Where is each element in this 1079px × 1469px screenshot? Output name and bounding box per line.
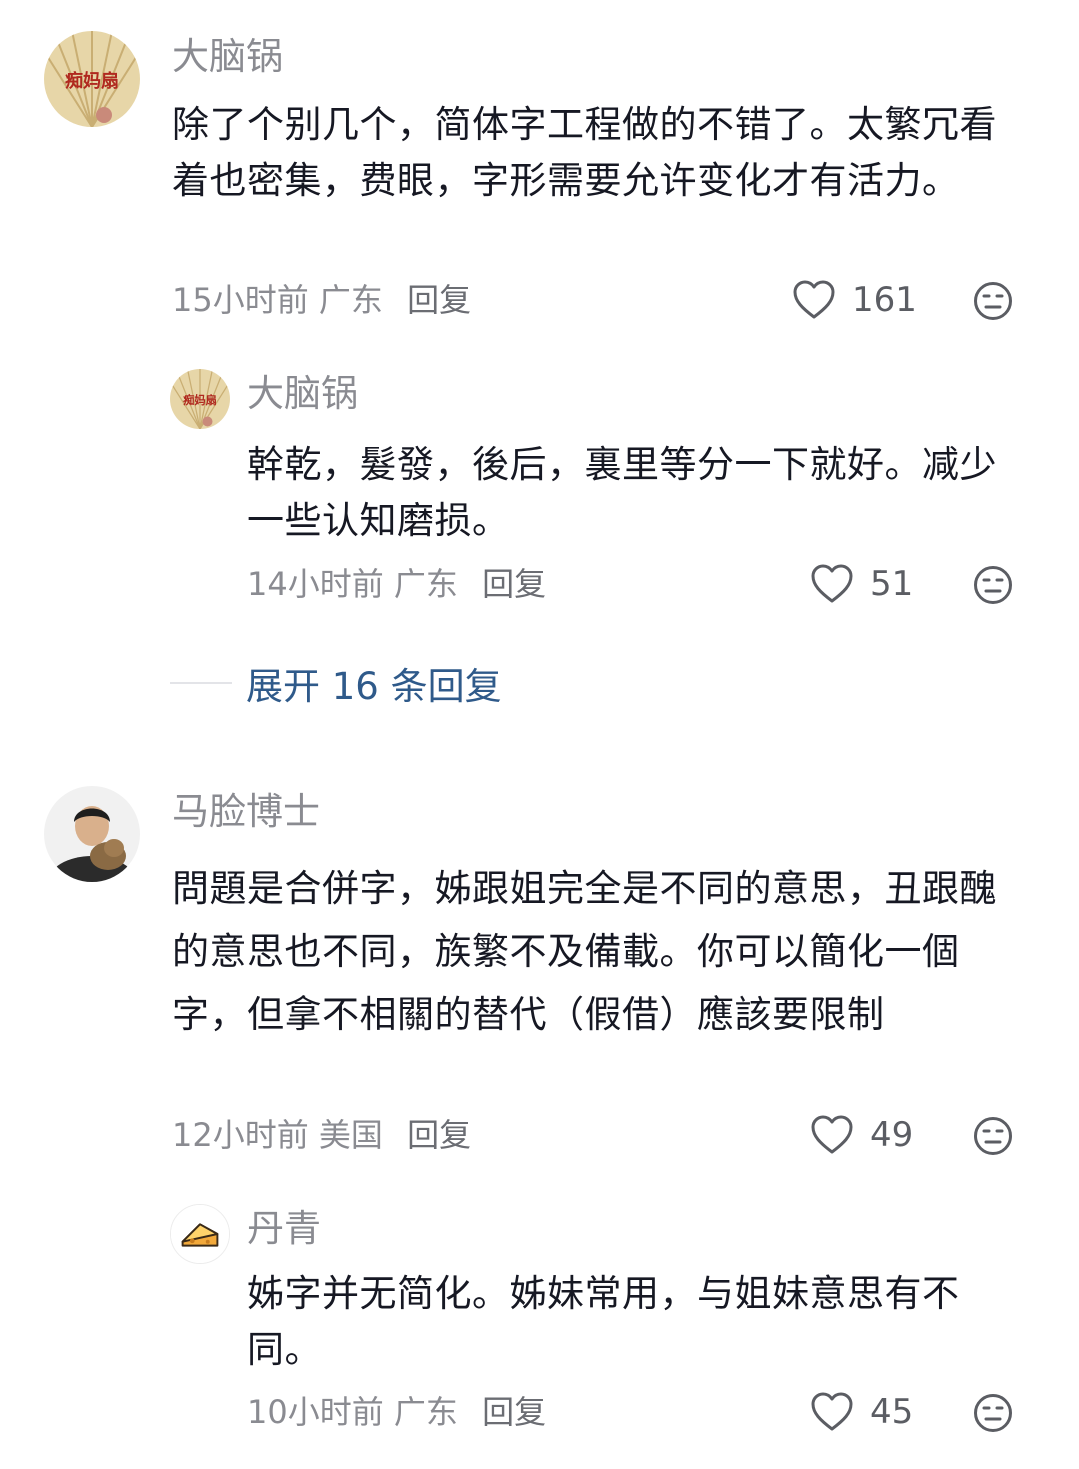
svg-text:痴妈扇: 痴妈扇 xyxy=(65,70,119,92)
neutral-face-icon[interactable] xyxy=(973,281,1013,321)
heart-outline-icon xyxy=(811,564,853,603)
cheese-avatar-icon xyxy=(171,1205,229,1263)
neutral-face-icon[interactable] xyxy=(973,565,1013,605)
heart-outline-icon xyxy=(793,280,835,319)
location: 广东 xyxy=(318,281,383,319)
like-button[interactable]: 45 xyxy=(810,1392,913,1432)
comment-text: 問題是合併字，姊跟姐完全是不同的意思，丑跟醜的意思也不同，族繁不及備載。你可以簡… xyxy=(172,867,997,1036)
user-avatar[interactable]: 痴妈扇 xyxy=(170,369,230,429)
reply-text: 幹乾，髮發，後后，裏里等分一下就好。减少一些认知磨损。 xyxy=(247,443,997,542)
timestamp: 15小时前 xyxy=(172,281,309,319)
like-count: 49 xyxy=(870,1115,914,1155)
user-avatar[interactable] xyxy=(170,1204,230,1264)
like-button[interactable]: 49 xyxy=(810,1115,913,1155)
comment-text: 除了个别几个，简体字工程做的不错了。太繁冗看着也密集，费眼，字形需要允许变化才有… xyxy=(172,103,997,202)
svg-text:痴妈扇: 痴妈扇 xyxy=(183,393,217,407)
reply-button[interactable]: 回复 xyxy=(407,281,471,319)
username[interactable]: 丹青 xyxy=(247,1210,321,1247)
like-button[interactable]: 161 xyxy=(792,280,917,320)
like-count: 45 xyxy=(870,1392,914,1432)
user-avatar[interactable] xyxy=(44,786,140,882)
divider xyxy=(170,682,232,684)
timestamp: 14小时前 xyxy=(247,565,384,603)
fan-avatar-icon: 痴妈扇 xyxy=(170,369,230,429)
like-button[interactable]: 51 xyxy=(810,564,913,604)
comment-meta: 15小时前 广东 回复 xyxy=(172,284,471,316)
neutral-face-icon[interactable] xyxy=(973,1393,1013,1433)
user-avatar[interactable]: 痴妈扇 xyxy=(44,31,140,127)
reply-meta: 14小时前 广东 回复 xyxy=(247,568,546,600)
like-count: 51 xyxy=(870,564,914,604)
reply-text: 姊字并无简化。姊妹常用，与姐妹意思有不同。 xyxy=(247,1272,960,1371)
reply-button[interactable]: 回复 xyxy=(407,1116,471,1154)
expand-replies-label: 展开 16 条回复 xyxy=(246,665,502,708)
reply-button[interactable]: 回复 xyxy=(482,565,546,603)
like-count: 161 xyxy=(852,280,917,320)
comment-meta: 12小时前 美国 回复 xyxy=(172,1119,471,1151)
timestamp: 10小时前 xyxy=(247,1393,384,1431)
username[interactable]: 大脑锅 xyxy=(172,38,283,75)
neutral-face-icon[interactable] xyxy=(973,1116,1013,1156)
username[interactable]: 大脑锅 xyxy=(247,375,358,412)
expand-replies-button[interactable]: 展开 16 条回复 xyxy=(170,656,502,710)
location: 广东 xyxy=(393,1393,458,1431)
location: 美国 xyxy=(318,1116,383,1154)
heart-outline-icon xyxy=(811,1392,853,1431)
heart-outline-icon xyxy=(811,1115,853,1154)
man-with-cat-avatar-icon xyxy=(44,786,140,882)
reply-meta: 10小时前 广东 回复 xyxy=(247,1396,546,1428)
location: 广东 xyxy=(393,565,458,603)
fan-avatar-icon: 痴妈扇 xyxy=(44,31,140,127)
timestamp: 12小时前 xyxy=(172,1116,309,1154)
username[interactable]: 马脸博士 xyxy=(172,793,320,830)
reply-button[interactable]: 回复 xyxy=(482,1393,546,1431)
